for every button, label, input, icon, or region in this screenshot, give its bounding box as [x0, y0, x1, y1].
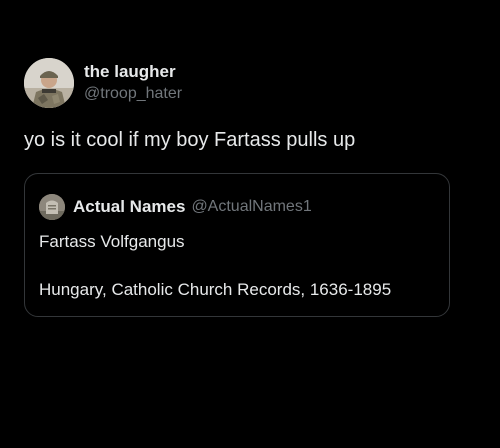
soldier-avatar-icon[interactable]	[24, 58, 74, 108]
quoted-author-handle: @ActualNames1	[191, 198, 312, 215]
author-names: the laugher @troop_hater	[84, 61, 182, 105]
tweet: the laugher @troop_hater yo is it cool i…	[0, 0, 500, 448]
quoted-author-display-name: Actual Names	[73, 197, 186, 216]
author-display-name[interactable]: the laugher	[84, 61, 182, 83]
gravestone-avatar-icon	[39, 194, 65, 220]
quoted-tweet-source-line: Hungary, Catholic Church Records, 1636-1…	[39, 280, 392, 299]
quoted-tweet-header: Actual Names @ActualNames1	[39, 194, 312, 220]
tweet-text: yo is it cool if my boy Fartass pulls up	[24, 129, 356, 151]
quoted-tweet[interactable]: Actual Names @ActualNames1 Fartass Volfg…	[24, 173, 450, 317]
tweet-header: the laugher @troop_hater	[24, 58, 182, 108]
author-handle[interactable]: @troop_hater	[84, 83, 182, 105]
quoted-tweet-name-line: Fartass Volfgangus	[39, 232, 185, 251]
